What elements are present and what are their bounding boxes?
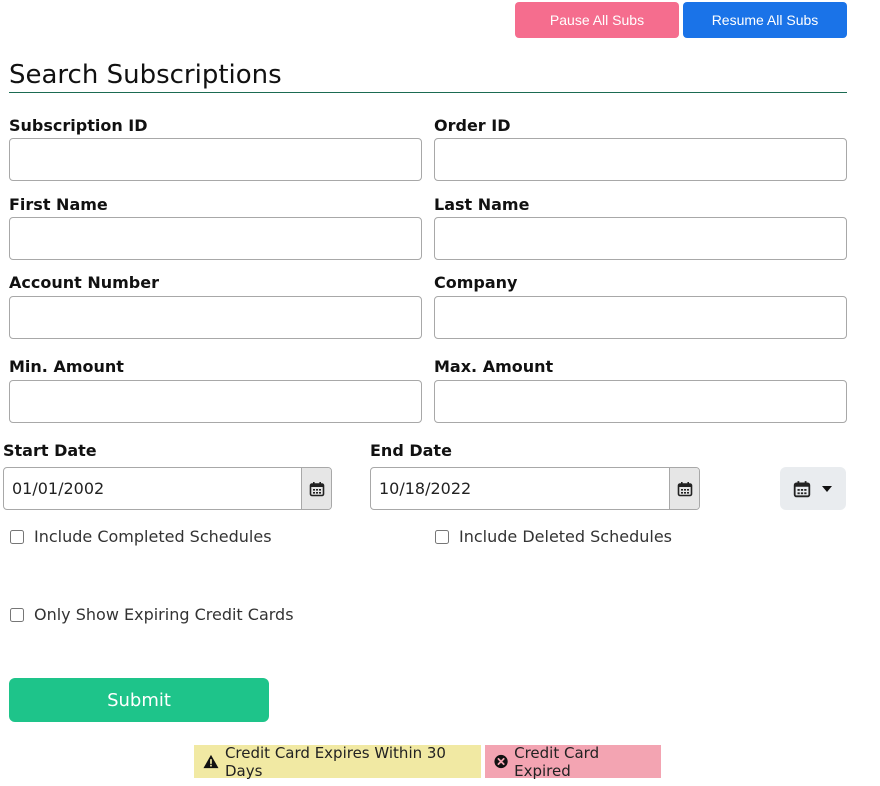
resume-all-subs-button[interactable]: Resume All Subs — [683, 2, 847, 38]
account-number-label: Account Number — [9, 273, 159, 292]
end-date-input[interactable] — [371, 468, 669, 509]
first-name-input[interactable] — [9, 217, 422, 260]
legend-expiring-label: Credit Card Expires Within 30 Days — [224, 743, 446, 780]
company-label: Company — [434, 273, 518, 292]
min-amount-label: Min. Amount — [9, 357, 124, 376]
include-completed-checkbox[interactable] — [10, 529, 24, 544]
caret-down-icon — [822, 485, 832, 492]
only-expiring-checkbox[interactable] — [10, 607, 24, 622]
title-divider — [9, 92, 847, 93]
include-deleted-label: Include Deleted Schedules — [459, 527, 672, 546]
only-expiring-label: Only Show Expiring Credit Cards — [34, 605, 294, 624]
pause-all-subs-button[interactable]: Pause All Subs — [515, 2, 679, 38]
last-name-input[interactable] — [434, 217, 847, 260]
start-date-picker-button[interactable] — [301, 468, 331, 509]
include-completed-label: Include Completed Schedules — [34, 527, 272, 546]
start-date-field — [3, 467, 332, 510]
end-date-field — [370, 467, 700, 510]
legend-expiring-badge: Credit Card Expires Within 30 Days — [194, 743, 481, 780]
include-completed-checkbox-row[interactable]: Include Completed Schedules — [10, 527, 272, 546]
calendar-icon — [309, 481, 324, 496]
date-range-preset-dropdown[interactable] — [780, 467, 846, 510]
end-date-picker-button[interactable] — [669, 468, 699, 509]
max-amount-input[interactable] — [434, 380, 847, 423]
submit-button[interactable]: Submit — [9, 678, 269, 722]
only-expiring-checkbox-row[interactable]: Only Show Expiring Credit Cards — [10, 605, 294, 624]
calendar-icon — [793, 480, 811, 497]
order-id-label: Order ID — [434, 116, 511, 135]
calendar-icon — [677, 481, 692, 496]
end-date-label: End Date — [370, 441, 452, 460]
x-circle-icon — [494, 754, 508, 769]
legend-expired-badge: Credit Card Expired — [485, 743, 661, 780]
include-deleted-checkbox-row[interactable]: Include Deleted Schedules — [435, 527, 672, 546]
last-name-label: Last Name — [434, 195, 530, 214]
max-amount-label: Max. Amount — [434, 357, 554, 376]
legend-expired-label: Credit Card Expired — [514, 743, 600, 780]
order-id-input[interactable] — [434, 138, 847, 181]
page-title: Search Subscriptions — [9, 60, 282, 90]
account-number-input[interactable] — [9, 296, 422, 339]
include-deleted-checkbox[interactable] — [435, 529, 449, 544]
start-date-label: Start Date — [3, 441, 97, 460]
subscription-id-input[interactable] — [9, 138, 422, 181]
subscription-id-label: Subscription ID — [9, 116, 148, 135]
company-input[interactable] — [434, 296, 847, 339]
start-date-input[interactable] — [4, 468, 301, 509]
min-amount-input[interactable] — [9, 380, 422, 423]
warning-triangle-icon — [203, 754, 219, 769]
first-name-label: First Name — [9, 195, 108, 214]
